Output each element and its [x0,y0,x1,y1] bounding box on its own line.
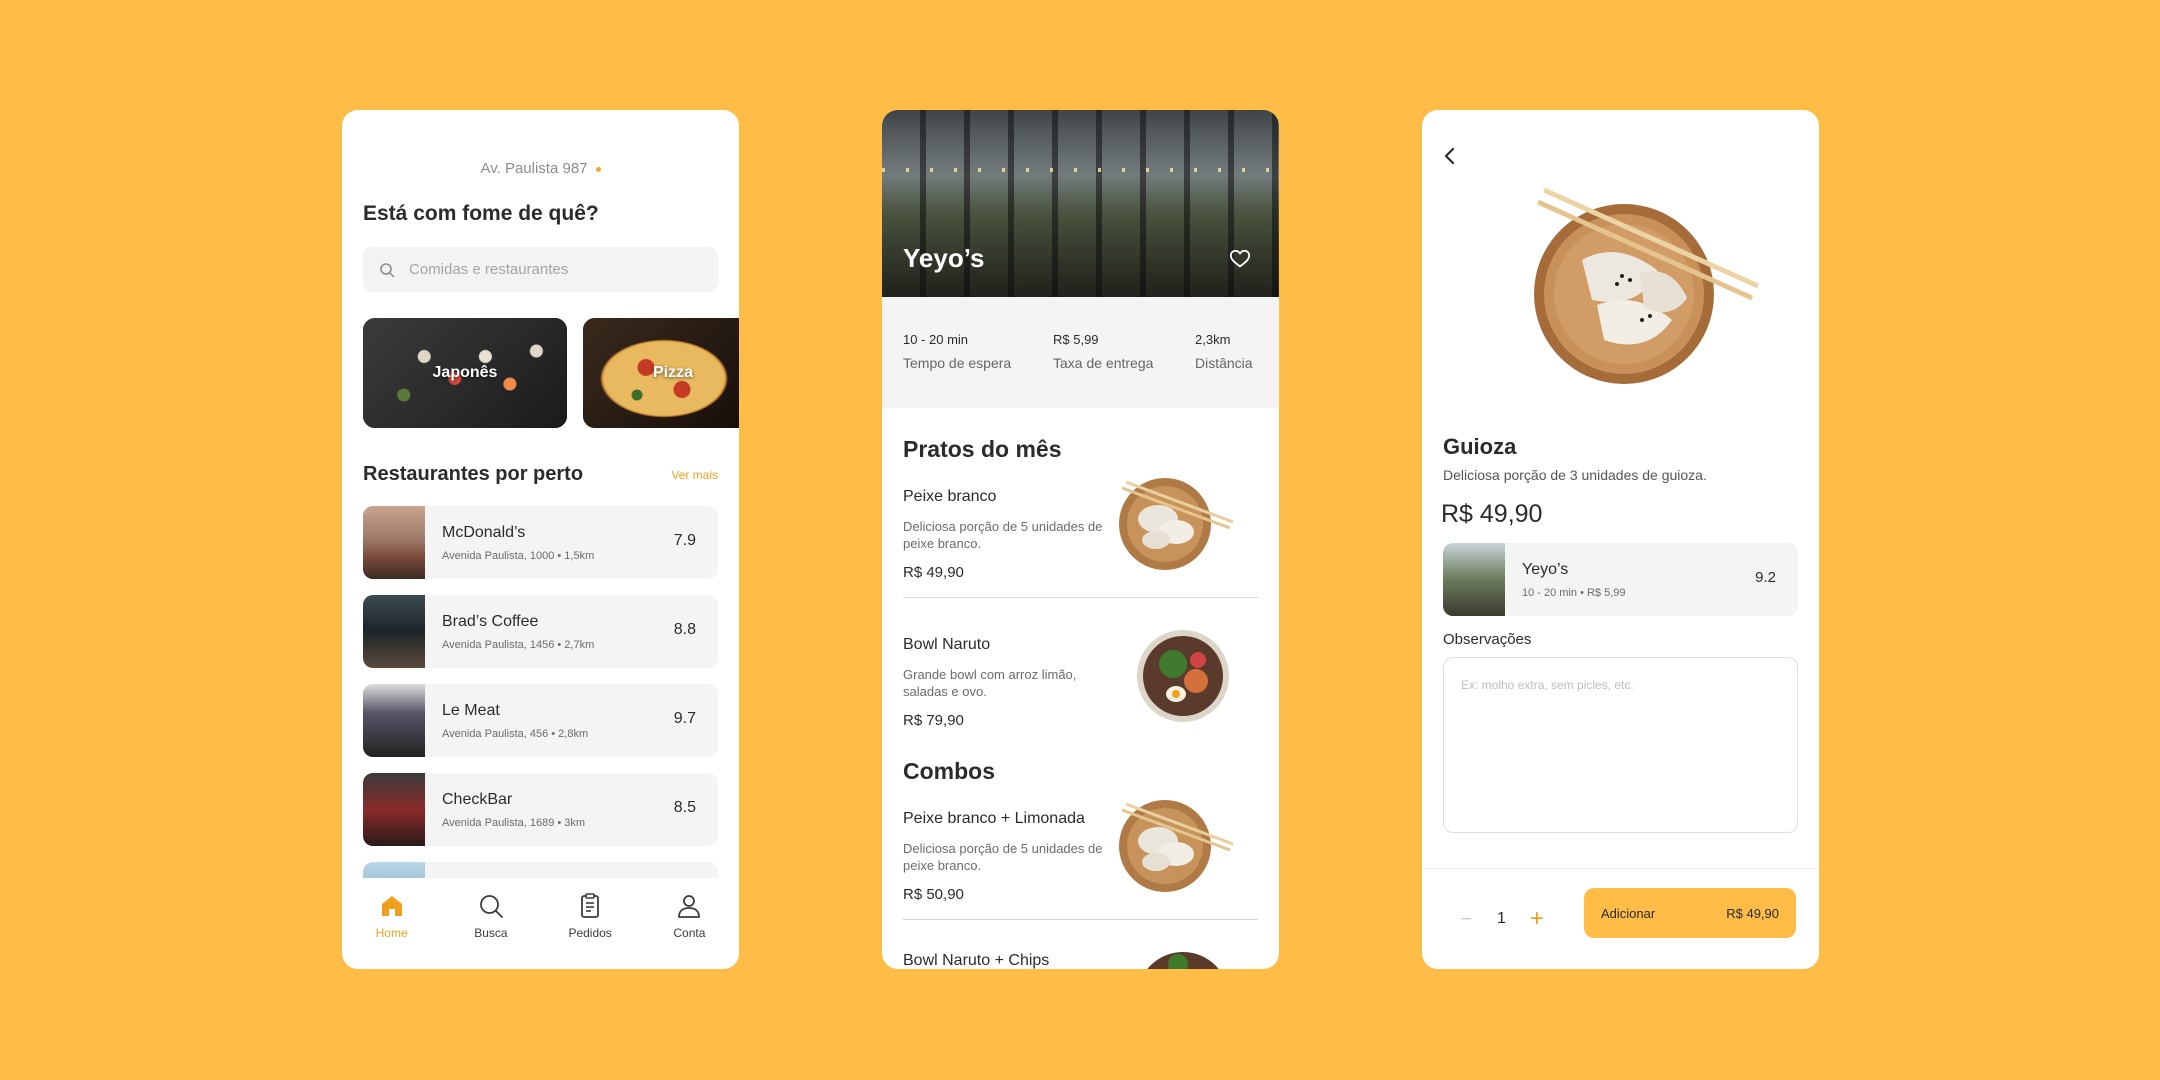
stat-label: Taxa de entrega [1053,355,1154,371]
restaurant-screen: Yeyo’s 10 - 20 min Tempo de espera R$ 5,9… [882,110,1279,969]
restaurant-name: CheckBar [442,790,513,808]
tab-label: Conta [673,926,706,940]
restaurant-card[interactable]: CheckBar Avenida Paulista, 1689 • 3km 8.5 [363,773,718,846]
account-icon [678,895,701,918]
product-price: R$ 49,90 [1441,500,1543,528]
back-arrow-icon[interactable] [1440,146,1460,166]
product-screen: Guioza Deliciosa porção de 3 unidades de… [1422,110,1819,969]
see-more-link[interactable]: Ver mais [671,468,718,482]
orders-icon [581,893,600,918]
add-button-label: Adicionar [1601,905,1656,921]
tab-home[interactable]: Home [352,892,432,969]
decrease-button[interactable]: − [1457,906,1475,932]
restaurant-thumbnail [1443,543,1505,616]
search-icon [380,262,395,277]
address-text: Av. Paulista 987 [480,160,588,177]
home-screen: Av. Paulista 987 Está com fome de quê? J… [342,110,739,969]
restaurant-thumbnail [363,684,425,757]
restaurant-thumbnail [363,506,425,579]
search-input[interactable] [409,261,689,278]
restaurant-card[interactable]: Brad’s Coffee Avenida Paulista, 1456 • 2,… [363,595,718,668]
category-pizza[interactable]: Pizza [583,318,739,428]
section-title: Combos [903,758,995,784]
stat-distance: 2,3km Distância [1195,332,1253,371]
category-japones[interactable]: Japonês [363,318,567,428]
search-bar[interactable] [363,247,718,292]
tab-account[interactable]: Conta [649,892,729,969]
address-selector[interactable]: Av. Paulista 987 [342,160,739,177]
dish-description: Deliciosa porção de 5 unidades de peixe … [903,519,1103,551]
divider [903,919,1258,920]
restaurant-address: Avenida Paulista, 1000 • 1,5km [442,549,595,562]
restaurant-card[interactable]: McDonald’s Avenida Paulista, 1000 • 1,5km… [363,506,718,579]
stat-value: R$ 5,99 [1053,332,1099,347]
guioza-image [1534,187,1760,384]
section-title: Restaurantes por perto [363,463,584,485]
section-title: Pratos do mês [903,436,1062,462]
combo-item[interactable]: Peixe branco + Limonada Deliciosa porção… [903,800,1258,903]
dish-description: Deliciosa porção de 5 unidades de peixe … [903,841,1103,873]
dish-item[interactable]: Bowl Naruto Grande bowl com arroz limão,… [903,630,1258,729]
bottom-tab-bar: Home Busca Pedidos Conta [342,878,739,969]
stat-value: 2,3km [1195,332,1231,347]
page-title: Está com fome de quê? [363,202,599,225]
tab-label: Home [375,926,408,940]
bowl-image [1147,952,1219,969]
tab-label: Busca [474,926,508,940]
tab-label: Pedidos [568,926,612,940]
restaurant-card[interactable]: Le Meat Avenida Paulista, 456 • 2,8km 9.7 [363,684,718,757]
restaurant-score: 9.2 [1755,569,1776,586]
increase-button[interactable]: + [1528,905,1546,933]
stat-delivery-fee: R$ 5,99 Taxa de entrega [1053,332,1153,371]
dumpling-plate-image [1119,478,1234,570]
restaurant-name: Yeyo’s [1522,560,1569,578]
heart-icon[interactable] [1229,248,1251,270]
restaurant-name: McDonald’s [442,523,526,541]
restaurant-stats: 10 - 20 min Tempo de espera R$ 5,99 Taxa d… [882,297,1279,408]
add-button[interactable]: Adicionar R$ 49,90 [1584,888,1796,938]
dish-description: Grande bowl com arroz limão, saladas e o… [903,667,1077,699]
stat-label: Distância [1195,355,1253,371]
restaurant-hero-image: Yeyo’s [882,110,1279,297]
notes-field[interactable] [1443,657,1798,833]
restaurant-title: Yeyo’s [903,243,985,273]
product-name: Guioza [1443,434,1517,459]
restaurant-card[interactable]: Yeyo’s 10 - 20 min • R$ 5,99 9.2 [1443,543,1798,616]
restaurant-thumbnail [363,773,425,846]
string-lights [882,168,1279,172]
quantity-value: 1 [1497,910,1506,927]
bowl-image [1137,630,1229,722]
notes-label: Observações [1443,631,1532,648]
search-icon [479,895,503,918]
category-carousel: Japonês Pizza [363,318,739,428]
combo-item[interactable]: Bowl Naruto + Chips [903,952,1258,969]
restaurant-thumbnail [363,595,425,668]
restaurant-score: 8.8 [673,621,696,638]
dish-item[interactable]: Peixe branco Deliciosa porção de 5 unida… [903,478,1258,581]
address-dot-icon [595,166,601,172]
restaurant-score: 7.9 [673,532,696,549]
category-label: Japonês [432,364,498,381]
stat-label: Tempo de espera [903,355,1012,371]
add-button-price: R$ 49,90 [1726,905,1779,921]
stat-value: 10 - 20 min [903,332,969,347]
dumpling-plate-image [1119,800,1234,892]
restaurant-name: Brad’s Coffee [442,612,539,630]
tab-orders[interactable]: Pedidos [550,892,630,969]
restaurant-name: Le Meat [442,701,500,719]
restaurant-score: 8.5 [673,799,696,816]
restaurant-address: Avenida Paulista, 1689 • 3km [442,816,586,829]
tab-search[interactable]: Busca [451,892,531,969]
restaurant-address: Avenida Paulista, 456 • 2,8km [442,727,589,740]
restaurant-score: 9.7 [673,710,696,727]
stat-wait-time: 10 - 20 min Tempo de espera [903,332,1011,371]
category-label: Pizza [652,364,693,381]
divider [903,597,1258,598]
product-description: Deliciosa porção de 3 unidades de guioza… [1443,467,1707,483]
restaurant-info: 10 - 20 min • R$ 5,99 [1522,586,1626,599]
restaurant-address: Avenida Paulista, 1456 • 2,7km [442,638,595,651]
home-icon [381,896,402,916]
quantity-stepper: − 1 + [1457,905,1546,933]
